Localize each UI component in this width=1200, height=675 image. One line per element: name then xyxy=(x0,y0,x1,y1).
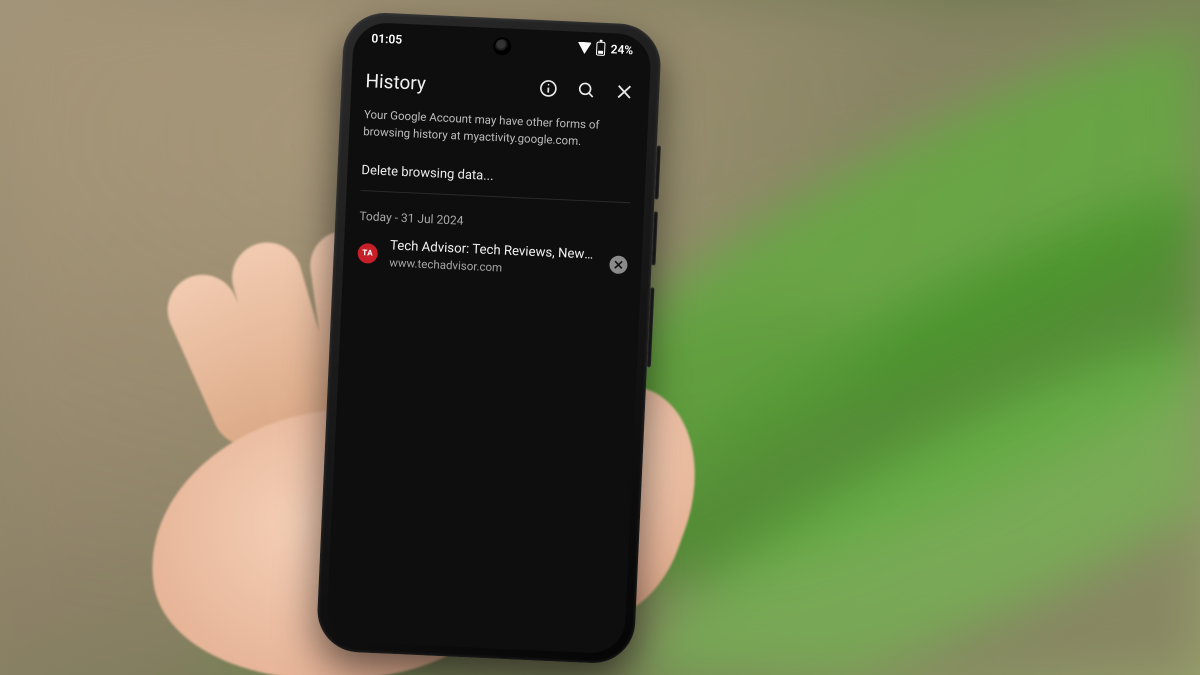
status-clock: 01:05 xyxy=(371,31,402,46)
info-icon[interactable] xyxy=(537,77,560,100)
history-item-text: Tech Advisor: Tech Reviews, News, Tu... … xyxy=(389,239,598,279)
wifi-icon xyxy=(577,42,592,55)
battery-icon xyxy=(596,42,606,56)
delete-browsing-data-link[interactable]: Delete browsing data... xyxy=(361,151,633,203)
phone-screen: 01:05 24% History xyxy=(326,22,652,655)
page-title: History xyxy=(365,69,426,95)
search-icon[interactable] xyxy=(575,79,598,102)
phone-frame: 01:05 24% History xyxy=(316,11,663,665)
title-bar: History xyxy=(365,60,637,112)
close-icon[interactable] xyxy=(613,80,636,103)
title-actions xyxy=(537,77,636,103)
remove-item-button[interactable] xyxy=(609,255,628,274)
site-favicon: TA xyxy=(357,243,378,264)
battery-percent: 24% xyxy=(610,42,633,57)
account-activity-notice: Your Google Account may have other forms… xyxy=(363,106,634,152)
history-page: History xyxy=(326,54,650,655)
status-right-cluster: 24% xyxy=(577,41,633,58)
